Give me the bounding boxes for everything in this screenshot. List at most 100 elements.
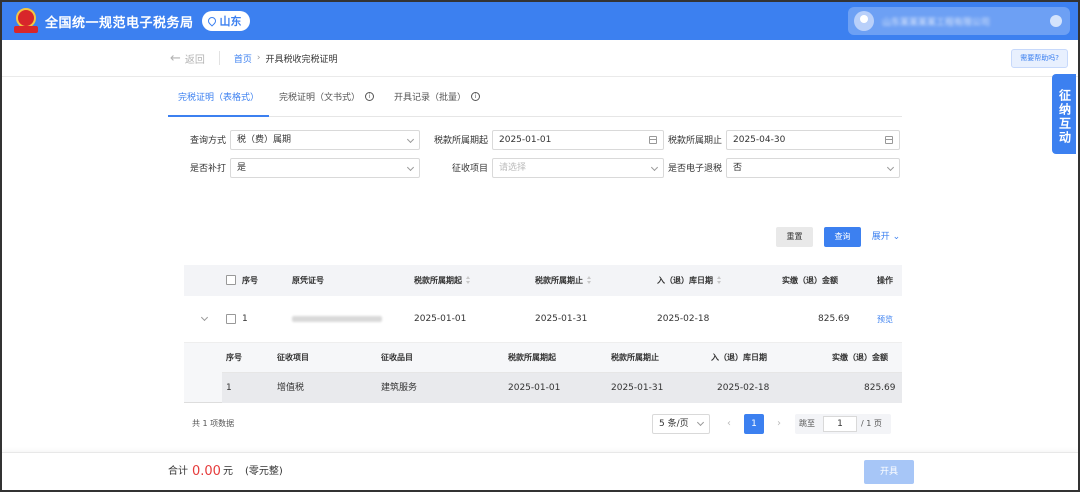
e-refund-select[interactable]: 否 <box>726 158 900 178</box>
tab-label: 完税证明（表格式） <box>178 92 260 103</box>
col-date-label: 入（退）库日期 <box>657 276 713 285</box>
sum-unit: 元 <box>223 466 233 477</box>
interaction-float-button[interactable]: 征纳互动 <box>1052 74 1076 154</box>
sub-col-amount: 实缴（退）金额 <box>832 353 888 362</box>
table-row: 1 2025-01-01 2025-01-31 2025-02-18 825.6… <box>184 296 902 343</box>
e-refund-value: 否 <box>733 163 743 173</box>
col-period-start[interactable]: 税款所属期起 <box>414 265 471 296</box>
sort-icon <box>587 276 592 284</box>
breadcrumb: ← 返回 首页 › 开具税收完税证明 需要帮助吗? <box>2 40 1078 77</box>
jump-input[interactable]: 1 <box>823 416 857 432</box>
tab-label: 完税证明（文书式） <box>279 92 361 103</box>
tab-batch-records[interactable]: 开具记录（批量） i <box>384 76 490 116</box>
chevron-down-icon <box>696 418 705 427</box>
tab-table-certificate[interactable]: 完税证明（表格式） <box>168 76 270 117</box>
breadcrumb-current: 开具税收完税证明 <box>265 54 338 65</box>
subtable-header: 序号 征收项目 征收品目 税款所属期起 税款所属期止 入（退）库日期 实缴（退）… <box>222 343 902 373</box>
info-icon[interactable]: i <box>365 91 375 101</box>
page-size-select[interactable]: 5 条/页 <box>652 414 710 434</box>
subtable-row: 1 增值税 建筑服务 2025-01-01 2025-01-31 2025-02… <box>222 373 902 403</box>
expand-button[interactable]: 展开 ⌄ <box>871 227 901 247</box>
row-index: 1 <box>242 314 248 324</box>
redacted-voucher <box>292 315 382 322</box>
sub-col-category: 征收品目 <box>381 353 413 362</box>
tax-emblem-icon <box>14 8 38 34</box>
site-title: 全国统一规范电子税务局 <box>45 15 194 31</box>
user-name: 山东某某某某工程有限公司 <box>882 17 991 28</box>
user-menu[interactable]: 山东某某某某工程有限公司 <box>848 7 1070 35</box>
sort-icon <box>466 276 471 284</box>
row-voucher <box>292 296 382 343</box>
tab-label: 开具记录（批量） <box>394 92 467 103</box>
calendar-icon <box>649 136 657 144</box>
reset-button[interactable]: 重置 <box>776 227 813 247</box>
form-row: 查询方式 税（费）属期 税款所属期起 2025-01-01 税款所属期止 202… <box>168 130 902 152</box>
row-period-end: 2025-01-31 <box>535 314 588 324</box>
sub-col-period-end: 税款所属期止 <box>611 353 659 362</box>
reprint-select[interactable]: 是 <box>230 158 420 178</box>
page-body: ← 返回 首页 › 开具税收完税证明 需要帮助吗? 完税证明（表格式） 完税证明… <box>2 40 1078 452</box>
table-header: 序号 原凭证号 税款所属期起 税款所属期止 入（退）库日期 实缴（退）金额 操作 <box>184 265 902 296</box>
select-all-checkbox[interactable] <box>226 275 236 285</box>
page-jumper: 跳至 1 / 1 页 <box>795 414 891 434</box>
reprint-label: 是否补打 <box>189 164 226 174</box>
period-start-value: 2025-01-01 <box>499 135 552 145</box>
row-amount: 825.69 <box>818 314 850 324</box>
next-page-button[interactable]: › <box>772 414 786 434</box>
app-window: 全国统一规范电子税务局 山东 山东某某某某工程有限公司 ← 返回 首页 › 开具… <box>0 0 1080 492</box>
jump-label: 跳至 <box>799 419 815 428</box>
row-checkbox[interactable] <box>226 314 236 324</box>
col-period-start-label: 税款所属期起 <box>414 276 462 285</box>
levy-item-placeholder: 请选择 <box>499 163 527 173</box>
chevron-down-icon: ⌄ <box>889 232 901 242</box>
tab-document-certificate[interactable]: 完税证明（文书式） i <box>269 76 384 116</box>
calendar-icon <box>885 136 893 144</box>
chevron-down-icon <box>650 163 659 172</box>
issue-button[interactable]: 开具 <box>864 460 914 484</box>
sum-label: 合计 <box>168 466 188 477</box>
sub-col-index: 序号 <box>226 353 242 362</box>
prev-page-button[interactable]: ‹ <box>722 414 736 434</box>
query-mode-value: 税（费）属期 <box>237 135 292 145</box>
total-count: 共 1 项数据 <box>192 419 235 428</box>
col-date[interactable]: 入（退）库日期 <box>657 265 722 296</box>
sort-icon <box>717 276 722 284</box>
row-expand-chevron-icon[interactable] <box>200 313 209 322</box>
col-period-end[interactable]: 税款所属期止 <box>535 265 592 296</box>
back-label: 返回 <box>184 54 205 66</box>
avatar <box>854 11 874 31</box>
row-date: 2025-02-18 <box>657 314 710 324</box>
period-end-datepicker[interactable]: 2025-04-30 <box>726 130 900 150</box>
form-row: 是否补打 是 征收项目 请选择 是否电子退税 否 <box>168 158 902 180</box>
reprint-value: 是 <box>237 163 247 173</box>
back-button[interactable]: ← 返回 <box>170 51 205 66</box>
top-header: 全国统一规范电子税务局 山东 山东某某某某工程有限公司 <box>2 2 1078 40</box>
location-pin-icon <box>205 15 218 27</box>
levy-item-select[interactable]: 请选择 <box>492 158 664 178</box>
col-voucher: 原凭证号 <box>292 276 324 285</box>
period-end-value: 2025-04-30 <box>733 135 786 145</box>
sub-col-period-start: 税款所属期起 <box>508 353 556 362</box>
query-button[interactable]: 查询 <box>824 227 861 247</box>
col-period-end-label: 税款所属期止 <box>535 276 583 285</box>
expand-label: 展开 <box>871 232 890 242</box>
info-icon[interactable]: i <box>471 91 481 101</box>
help-button[interactable]: 需要帮助吗? <box>1011 49 1068 68</box>
period-start-datepicker[interactable]: 2025-01-01 <box>492 130 664 150</box>
sum-amount: 0.00 <box>192 464 221 479</box>
col-index: 序号 <box>242 276 258 285</box>
query-mode-select[interactable]: 税（费）属期 <box>230 130 420 150</box>
breadcrumb-home-link[interactable]: 首页 <box>234 52 252 65</box>
page-size-value: 5 条/页 <box>659 419 689 429</box>
period-end-label: 税款所属期止 <box>667 136 722 146</box>
sub-row-item: 增值税 <box>277 383 305 393</box>
page-number-current[interactable]: 1 <box>744 414 764 434</box>
total-pages: / 1 页 <box>861 419 882 428</box>
region-selector[interactable]: 山东 <box>201 11 250 31</box>
chevron-down-icon <box>406 135 415 144</box>
preview-link[interactable]: 预览 <box>877 296 893 343</box>
sub-row-amount: 825.69 <box>864 383 896 393</box>
divider <box>218 51 220 65</box>
sub-row-date: 2025-02-18 <box>717 383 770 393</box>
sub-row-category: 建筑服务 <box>381 383 418 393</box>
